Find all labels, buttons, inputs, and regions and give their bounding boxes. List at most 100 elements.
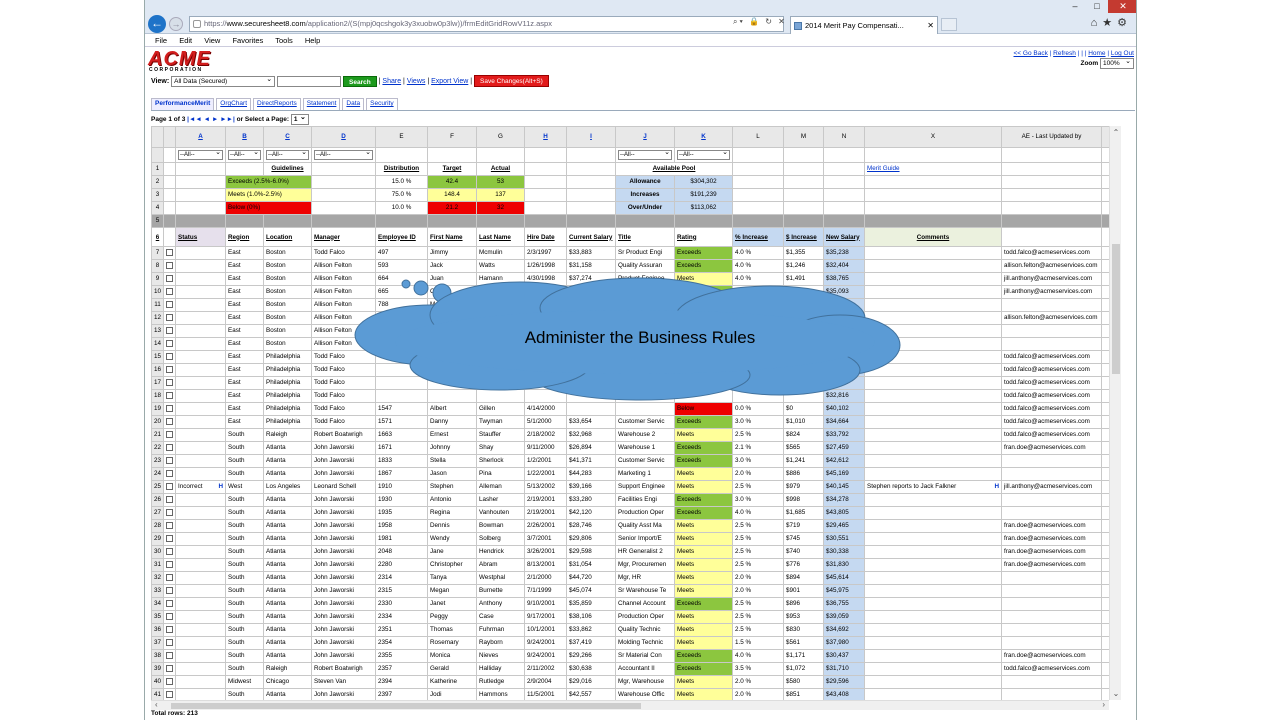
location-cell[interactable]: Atlanta — [263, 636, 312, 650]
salary-cell[interactable]: $39,166 — [566, 480, 616, 494]
status-history-icon[interactable]: H — [218, 482, 223, 493]
location-cell[interactable]: Atlanta — [263, 597, 312, 611]
rating-cell[interactable]: Meets — [674, 584, 733, 598]
comments-cell[interactable] — [864, 441, 1002, 455]
salary-cell[interactable] — [566, 350, 616, 364]
region-cell[interactable]: South — [225, 519, 264, 533]
status-cell[interactable] — [175, 402, 226, 416]
hire-date-cell[interactable]: 2/19/2001 — [524, 493, 567, 507]
last-name-cell[interactable]: Decarlo — [476, 285, 525, 299]
comments-cell[interactable] — [864, 532, 1002, 546]
column-header[interactable]: Status — [175, 227, 226, 247]
rating-cell[interactable]: Exceeds — [674, 259, 733, 273]
region-cell[interactable]: South — [225, 428, 264, 442]
comments-cell[interactable] — [864, 571, 1002, 585]
last-name-cell[interactable] — [476, 363, 525, 377]
comments-cell[interactable] — [864, 675, 1002, 689]
column-filter-select[interactable]: --All-- — [228, 149, 261, 160]
comments-cell[interactable] — [864, 623, 1002, 637]
last-name-cell[interactable]: Albanese — [476, 311, 525, 325]
rating-cell[interactable]: Exceeds — [674, 454, 733, 468]
new-salary-cell[interactable]: $34,692 — [823, 623, 865, 637]
rating-cell[interactable]: Below — [674, 402, 733, 416]
title-cell[interactable]: Engineering Sup — [615, 285, 675, 299]
manager-cell[interactable]: John Jaworski — [311, 584, 376, 598]
salary-cell[interactable]: $38,106 — [566, 610, 616, 624]
employee-id-cell[interactable]: 1571 — [375, 415, 428, 429]
title-cell[interactable] — [615, 402, 675, 416]
updated-by-cell[interactable] — [1001, 467, 1102, 481]
scroll-down-icon[interactable]: ⌄ — [1110, 689, 1122, 698]
last-name-cell[interactable]: Lasher — [476, 493, 525, 507]
column-sort-link[interactable]: I — [569, 131, 613, 143]
first-name-cell[interactable] — [427, 350, 477, 364]
manager-cell[interactable]: Leonard Schell — [311, 480, 376, 494]
last-name-cell[interactable]: Hammons — [476, 688, 525, 700]
salary-cell[interactable]: $29,806 — [566, 532, 616, 546]
pct-increase-cell[interactable] — [732, 363, 784, 377]
title-cell[interactable]: Quality Assuran — [615, 259, 675, 273]
dollar-increase-cell[interactable]: $1,241 — [783, 454, 824, 468]
hire-date-cell[interactable]: 1/2/2001 — [524, 454, 567, 468]
title-cell[interactable]: Facilities Engi — [615, 493, 675, 507]
region-cell[interactable]: East — [225, 298, 264, 312]
rating-cell[interactable] — [674, 389, 733, 403]
first-name-cell[interactable] — [427, 363, 477, 377]
dollar-increase-cell[interactable]: $979 — [783, 480, 824, 494]
status-cell[interactable] — [175, 454, 226, 468]
hire-date-cell[interactable]: 2/9/2004 — [524, 675, 567, 689]
manager-cell[interactable]: Allison Felton — [311, 324, 376, 338]
home-icon[interactable]: ⌂ — [1091, 17, 1103, 29]
region-cell[interactable]: South — [225, 636, 264, 650]
dollar-increase-cell[interactable]: $565 — [783, 441, 824, 455]
updated-by-cell[interactable]: todd.falco@acmeservices.com — [1001, 350, 1102, 364]
hire-date-cell[interactable] — [524, 350, 567, 364]
comments-cell[interactable] — [864, 285, 1002, 299]
rating-cell[interactable]: Meets — [674, 480, 733, 494]
salary-cell[interactable] — [566, 376, 616, 390]
location-cell[interactable]: Raleigh — [263, 662, 312, 676]
page-select[interactable]: 1 — [290, 113, 309, 125]
employee-id-cell[interactable]: 2351 — [375, 623, 428, 637]
salary-cell[interactable]: $29,266 — [566, 649, 616, 663]
updated-by-cell[interactable] — [1001, 298, 1102, 312]
last-name-cell[interactable] — [476, 389, 525, 403]
comment-history-icon[interactable]: H — [994, 482, 999, 493]
updated-by-cell[interactable]: fran.doe@acmeservices.com — [1001, 558, 1102, 572]
hire-date-cell[interactable]: 7/1/1999 — [524, 584, 567, 598]
first-name-cell[interactable]: Albert — [427, 402, 477, 416]
location-cell[interactable]: Atlanta — [263, 649, 312, 663]
last-name-cell[interactable]: Watts — [476, 259, 525, 273]
title-cell[interactable]: Accountant II — [615, 662, 675, 676]
title-cell[interactable] — [615, 389, 675, 403]
status-cell[interactable] — [175, 285, 226, 299]
last-name-cell[interactable]: Rayborn — [476, 636, 525, 650]
location-cell[interactable]: Boston — [263, 272, 312, 286]
employee-id-cell[interactable]: 1547 — [375, 402, 428, 416]
row-checkbox[interactable] — [166, 547, 173, 555]
column-header[interactable] — [1001, 227, 1102, 247]
salary-cell[interactable]: $33,862 — [566, 623, 616, 637]
last-name-cell[interactable]: Rutledge — [476, 675, 525, 689]
title-cell[interactable]: Mgr, HR — [615, 571, 675, 585]
tab-orgchart[interactable]: OrgChart — [216, 98, 252, 110]
updated-by-cell[interactable] — [1001, 493, 1102, 507]
comments-cell[interactable] — [864, 415, 1002, 429]
row-checkbox[interactable] — [166, 651, 173, 659]
column-filter-select[interactable]: --All-- — [266, 149, 309, 160]
pct-increase-cell[interactable] — [732, 311, 784, 325]
comments-cell[interactable] — [864, 454, 1002, 468]
salary-cell[interactable]: $31,054 — [566, 558, 616, 572]
location-cell[interactable]: Philadelphia — [263, 389, 312, 403]
manager-cell[interactable]: Todd Falco — [311, 246, 376, 260]
new-salary-cell[interactable]: $31,830 — [823, 558, 865, 572]
pct-increase-cell[interactable]: 0.0 % — [732, 402, 784, 416]
tab-close-icon[interactable]: ✕ — [927, 17, 934, 34]
last-name-cell[interactable] — [476, 376, 525, 390]
pct-increase-cell[interactable]: 2.0 % — [732, 467, 784, 481]
updated-by-cell[interactable] — [1001, 571, 1102, 585]
location-cell[interactable]: Atlanta — [263, 688, 312, 700]
hire-date-cell[interactable]: 2/1/2000 — [524, 571, 567, 585]
rating-cell[interactable]: Meets — [674, 571, 733, 585]
comments-cell[interactable] — [864, 350, 1002, 364]
